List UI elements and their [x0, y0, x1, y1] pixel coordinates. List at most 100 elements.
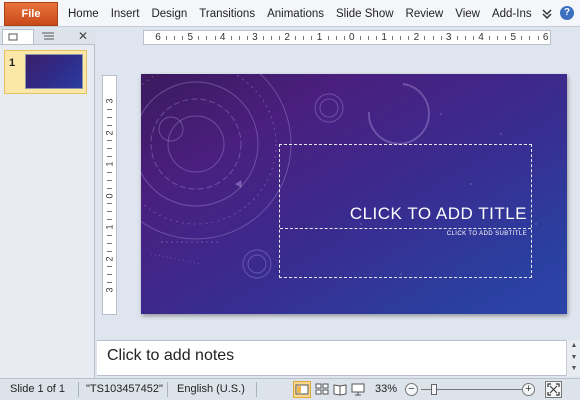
tab-review[interactable]: Review: [400, 8, 450, 20]
reading-view-icon: [333, 384, 347, 396]
slides-panel: ✕ 1: [0, 28, 95, 378]
slide-sorter-button[interactable]: [313, 381, 331, 398]
tab-slides[interactable]: [2, 29, 34, 44]
ruler-label: 2: [104, 130, 115, 136]
zoom-out-icon[interactable]: −: [405, 383, 418, 396]
ruler-label: 2: [413, 32, 420, 43]
ruler-tick: [359, 36, 361, 40]
divider: [167, 382, 168, 397]
ruler-tick: [230, 36, 232, 40]
reading-view-button[interactable]: [331, 381, 349, 398]
ruler-tick: [497, 36, 499, 40]
tab-insert[interactable]: Insert: [105, 8, 146, 20]
ruler-tick: [107, 171, 112, 173]
ruler-label: 6: [155, 32, 161, 43]
scroll-down-icon[interactable]: ▼: [569, 354, 579, 362]
ruler-tick: [214, 36, 216, 40]
ruler-tick: [327, 36, 329, 40]
ribbon-tabs: Home Insert Design Transitions Animation…: [62, 0, 538, 27]
ruler-tick: [107, 124, 112, 126]
tab-view[interactable]: View: [449, 8, 486, 20]
ruler-tick: [408, 36, 410, 40]
ruler-tick: [489, 36, 491, 40]
ruler-tick: [303, 36, 305, 40]
fit-to-window-button[interactable]: [545, 381, 562, 398]
ruler-tick: [537, 36, 539, 40]
help-icon[interactable]: ?: [560, 6, 574, 20]
ruler-tick: [246, 36, 248, 40]
ruler-tick: [376, 36, 378, 40]
ruler-tick: [198, 36, 200, 40]
tab-transitions[interactable]: Transitions: [193, 8, 261, 20]
slide-number: 1: [9, 57, 16, 69]
ruler-tick: [472, 36, 474, 40]
language-indicator[interactable]: English (U.S.): [177, 383, 245, 395]
notes-placeholder[interactable]: Click to add notes: [107, 347, 234, 365]
notes-pane[interactable]: Click to add notes: [97, 340, 566, 376]
vertical-ruler: 3 2 1 0 1 2 3: [102, 75, 117, 315]
fit-to-window-icon: [547, 383, 560, 396]
ruler-tick: [367, 36, 369, 40]
ruler-tick: [456, 36, 458, 40]
ruler-label: 5: [510, 32, 517, 43]
title-placeholder-box[interactable]: CLICK TO ADD TITLE CLICK TO ADD SUBTITLE: [279, 144, 532, 278]
zoom-level[interactable]: 33%: [375, 383, 397, 395]
slides-icon: [8, 33, 18, 41]
scroll-up-icon[interactable]: ▲: [569, 342, 579, 350]
normal-view-button[interactable]: [293, 381, 311, 398]
normal-view-icon: [295, 384, 309, 395]
ruler-tick: [295, 36, 297, 40]
ruler-label: 1: [104, 161, 115, 167]
slide-canvas[interactable]: CLICK TO ADD TITLE CLICK TO ADD SUBTITLE: [141, 74, 567, 314]
ruler-tick: [107, 108, 112, 110]
zoom-in-icon[interactable]: +: [522, 383, 535, 396]
close-icon[interactable]: ✕: [76, 29, 90, 43]
tab-home[interactable]: Home: [62, 8, 105, 20]
title-placeholder[interactable]: CLICK TO ADD TITLE: [350, 204, 527, 224]
slide-sorter-icon: [315, 383, 329, 395]
tab-slide-show[interactable]: Slide Show: [330, 8, 400, 20]
ruler-tick: [107, 242, 112, 244]
scroll-down-icon[interactable]: ▼: [569, 365, 579, 373]
status-bar: Slide 1 of 1 "TS103457452" English (U.S.…: [0, 378, 580, 400]
tab-animations[interactable]: Animations: [261, 8, 330, 20]
ruler-label: 4: [219, 32, 226, 43]
placeholder-divider: [280, 228, 531, 229]
slide-thumbnail-row[interactable]: 1: [4, 50, 87, 94]
slide-show-button[interactable]: [349, 381, 367, 398]
ruler-label: 1: [381, 32, 387, 43]
ruler-tick: [521, 36, 523, 40]
ruler-label: 3: [104, 98, 115, 104]
file-tab[interactable]: File: [4, 2, 58, 26]
tab-outline[interactable]: [36, 29, 66, 44]
ruler-tick: [311, 36, 313, 40]
subtitle-placeholder[interactable]: CLICK TO ADD SUBTITLE: [447, 231, 527, 237]
slide-thumbnail[interactable]: [25, 54, 83, 89]
ruler-label: 1: [316, 32, 323, 43]
ruler-tick: [529, 36, 531, 40]
ruler-label: 3: [252, 32, 258, 43]
ruler-tick: [107, 203, 112, 205]
slide-indicator: Slide 1 of 1: [10, 383, 66, 395]
ribbon-tab-bar: File Home Insert Design Transitions Anim…: [0, 0, 580, 27]
ruler-tick: [174, 36, 176, 40]
ruler-label: 0: [104, 193, 115, 199]
ruler-tick: [107, 250, 112, 252]
notes-scrollbar[interactable]: ▲ ▼ ▼: [566, 340, 580, 376]
slide-show-icon: [351, 383, 365, 396]
tab-design[interactable]: Design: [145, 8, 193, 20]
ruler-label: 5: [187, 32, 194, 43]
ruler-tick: [279, 36, 281, 40]
ruler-tick: [107, 187, 112, 189]
chevron-icon[interactable]: [540, 6, 554, 20]
ruler-tick: [107, 234, 112, 236]
ruler-tick: [107, 116, 112, 118]
theme-name[interactable]: "TS103457452": [86, 383, 163, 395]
ruler-tick: [464, 36, 466, 40]
ruler-tick: [271, 36, 273, 40]
tab-add-ins[interactable]: Add-Ins: [486, 8, 538, 20]
divider: [78, 382, 79, 397]
ruler-label: 3: [104, 287, 115, 293]
zoom-slider-thumb[interactable]: [431, 384, 438, 395]
ruler-label: 4: [478, 32, 484, 43]
